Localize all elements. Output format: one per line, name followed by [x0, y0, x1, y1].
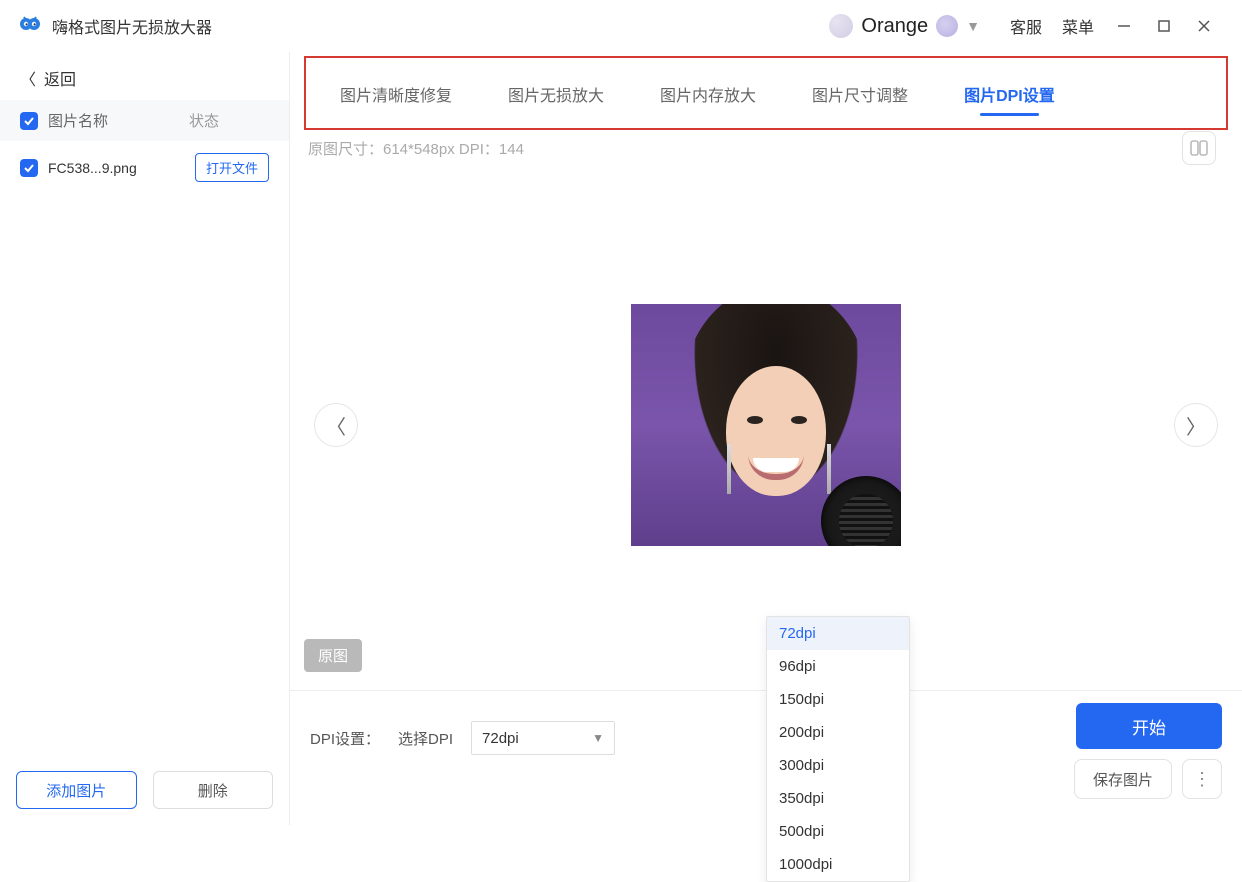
- dpi-option[interactable]: 150dpi: [767, 683, 909, 716]
- chevron-left-icon: 〈: [20, 66, 36, 90]
- window-minimize-button[interactable]: [1104, 10, 1144, 42]
- open-file-button[interactable]: 打开文件: [195, 153, 269, 182]
- tabs-bar: 图片清晰度修复 图片无损放大 图片内存放大 图片尺寸调整 图片DPI设置: [304, 56, 1228, 130]
- dpi-dropdown-menu: 72dpi96dpi150dpi200dpi300dpi350dpi500dpi…: [766, 616, 910, 882]
- tab-lossless-enlarge[interactable]: 图片无损放大: [480, 64, 632, 122]
- select-all-checkbox[interactable]: [20, 112, 38, 130]
- dpi-option[interactable]: 500dpi: [767, 815, 909, 848]
- dpi-selected-value: 72dpi: [482, 730, 519, 747]
- window-maximize-button[interactable]: [1144, 10, 1184, 42]
- user-dropdown-caret-icon[interactable]: ▼: [966, 18, 980, 34]
- app-title: 嗨格式图片无损放大器: [52, 14, 212, 38]
- user-avatar-icon: [829, 14, 853, 38]
- support-link[interactable]: 客服: [1010, 14, 1042, 38]
- sidebar-actions: 添加图片 删除: [0, 755, 289, 825]
- dpi-option[interactable]: 300dpi: [767, 749, 909, 782]
- dpi-setting-label: DPI设置：: [310, 728, 380, 749]
- menu-link[interactable]: 菜单: [1062, 14, 1094, 38]
- window-close-button[interactable]: [1184, 10, 1224, 42]
- add-image-button[interactable]: 添加图片: [16, 771, 137, 809]
- column-name-header: 图片名称: [48, 110, 189, 131]
- file-name-label: FC538...9.png: [48, 160, 195, 176]
- next-image-button[interactable]: 〉: [1174, 403, 1218, 447]
- file-row[interactable]: FC538...9.png 打开文件: [0, 141, 289, 194]
- more-options-button[interactable]: ⋮: [1182, 759, 1222, 799]
- dpi-select-label: 选择DPI: [398, 728, 453, 749]
- file-list-header: 图片名称 状态: [0, 100, 289, 141]
- dpi-select[interactable]: 72dpi ▼: [471, 721, 615, 755]
- sidebar: 〈 返回 图片名称 状态 FC538...9.png 打开文件 添加图片 删除: [0, 52, 290, 825]
- tab-dpi-settings[interactable]: 图片DPI设置: [936, 64, 1083, 122]
- app-logo-icon: [18, 14, 42, 38]
- username-label: Orange: [861, 15, 928, 38]
- column-status-header: 状态: [189, 110, 269, 131]
- dpi-option[interactable]: 1000dpi: [767, 848, 909, 881]
- preview-image: [631, 304, 901, 546]
- prev-image-button[interactable]: 〈: [314, 403, 358, 447]
- image-info-text: 原图尺寸：614*548px DPI：144: [308, 138, 1182, 159]
- back-button[interactable]: 〈 返回: [0, 52, 289, 100]
- dpi-option[interactable]: 72dpi: [767, 617, 909, 650]
- dpi-option[interactable]: 350dpi: [767, 782, 909, 815]
- start-button[interactable]: 开始: [1076, 703, 1222, 749]
- dpi-option[interactable]: 96dpi: [767, 650, 909, 683]
- chevron-down-icon: ▼: [592, 731, 604, 745]
- user-badge-icon: [936, 15, 958, 37]
- back-label: 返回: [44, 66, 76, 90]
- titlebar: 嗨格式图片无损放大器 Orange ▼ 客服 菜单: [0, 0, 1242, 52]
- original-image-badge: 原图: [304, 639, 362, 672]
- dpi-option[interactable]: 200dpi: [767, 716, 909, 749]
- tab-memory-enlarge[interactable]: 图片内存放大: [632, 64, 784, 122]
- image-preview: 〈 〉 原图 72dpi96dpi150dpi200dpi300dpi350dp…: [290, 160, 1242, 690]
- delete-button[interactable]: 删除: [153, 771, 274, 809]
- tab-clarity-repair[interactable]: 图片清晰度修复: [312, 64, 480, 122]
- user-cluster[interactable]: Orange ▼: [829, 14, 980, 38]
- file-checkbox[interactable]: [20, 159, 38, 177]
- image-info-row: 原图尺寸：614*548px DPI：144: [290, 130, 1242, 160]
- content-area: 图片清晰度修复 图片无损放大 图片内存放大 图片尺寸调整 图片DPI设置 原图尺…: [290, 52, 1242, 825]
- tab-resize[interactable]: 图片尺寸调整: [784, 64, 936, 122]
- save-image-button[interactable]: 保存图片: [1074, 759, 1172, 799]
